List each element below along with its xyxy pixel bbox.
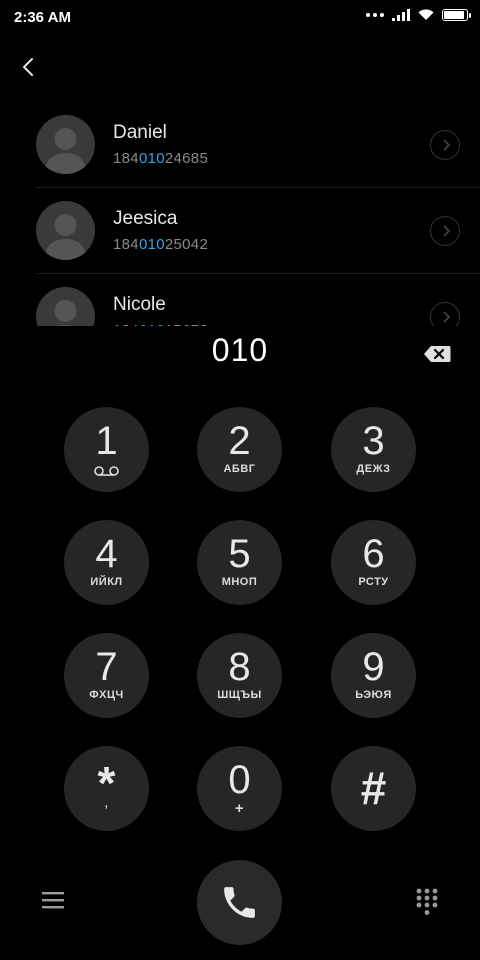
key-4[interactable]: 4 ИЙКЛ xyxy=(64,520,149,605)
dialed-number-display: 010 xyxy=(211,332,269,368)
key-3[interactable]: 3 ДЕЖЗ xyxy=(331,407,416,492)
key-1[interactable]: 1 xyxy=(64,407,149,492)
key-digit: 3 xyxy=(362,419,385,463)
contact-suggestions: Daniel 18401024685 Jeesica 18401025042 N… xyxy=(0,102,480,326)
dialpad-icon xyxy=(416,888,438,915)
key-letters: МНОП xyxy=(221,576,258,588)
key-digit: 2 xyxy=(228,419,251,463)
key-letters: ШЩЪЫ xyxy=(217,689,262,701)
phone-icon xyxy=(224,887,255,918)
contact-number: 18401025042 xyxy=(113,236,209,253)
contact-details-button[interactable] xyxy=(430,130,460,160)
status-icons xyxy=(366,9,471,21)
person-silhouette-icon xyxy=(54,300,77,326)
person-silhouette-icon xyxy=(44,128,87,174)
status-bar: 2:36 AM xyxy=(0,0,480,34)
backspace-icon xyxy=(424,346,451,362)
call-button[interactable] xyxy=(197,860,282,945)
person-silhouette-icon xyxy=(44,214,87,260)
key-hash[interactable]: # xyxy=(331,746,416,831)
key-2[interactable]: 2 АБВГ xyxy=(197,407,282,492)
contact-name: Daniel xyxy=(113,122,167,143)
key-letters: РСТУ xyxy=(358,576,389,588)
backspace-button[interactable] xyxy=(423,345,451,363)
hide-dialpad-button[interactable] xyxy=(416,888,438,916)
contact-row-nicole[interactable]: Nicole 18401015678 xyxy=(36,274,480,326)
avatar xyxy=(36,201,95,260)
key-letters: АБВГ xyxy=(223,463,256,475)
back-arrow-icon xyxy=(23,58,33,76)
key-digit: 8 xyxy=(228,645,251,689)
key-digit: 7 xyxy=(95,645,118,689)
key-digit: 1 xyxy=(95,419,118,463)
contact-number: 18401024685 xyxy=(113,150,209,167)
key-digit: # xyxy=(360,762,387,814)
battery-icon xyxy=(442,9,471,21)
chevron-right-icon xyxy=(443,139,451,151)
key-letters: ИЙКЛ xyxy=(90,576,123,588)
key-digit: 4 xyxy=(95,532,118,576)
key-letters: + xyxy=(234,800,245,817)
key-6[interactable]: 6 РСТУ xyxy=(331,520,416,605)
key-8[interactable]: 8 ШЩЪЫ xyxy=(197,633,282,718)
avatar xyxy=(36,115,95,174)
avatar xyxy=(36,287,95,326)
contact-row-daniel[interactable]: Daniel 18401024685 xyxy=(36,102,480,188)
menu-button[interactable] xyxy=(42,891,64,909)
key-digit: 0 xyxy=(228,758,251,802)
status-time: 2:36 AM xyxy=(14,9,71,26)
contact-name: Jeesica xyxy=(113,208,178,229)
contact-number: 18401015678 xyxy=(113,322,208,326)
wifi-icon xyxy=(418,9,434,20)
notification-dots-icon xyxy=(366,13,384,17)
key-star[interactable]: * , xyxy=(64,746,149,831)
key-7[interactable]: 7 ФХЦЧ xyxy=(64,633,149,718)
key-digit: 9 xyxy=(362,645,385,689)
signal-icon xyxy=(392,9,410,21)
key-letters: , xyxy=(104,798,109,810)
menu-icon xyxy=(42,892,64,909)
contact-name: Nicole xyxy=(113,294,166,315)
contact-row-jeesica[interactable]: Jeesica 18401025042 xyxy=(36,188,480,274)
chevron-right-icon xyxy=(443,225,451,237)
voicemail-icon xyxy=(94,466,119,476)
back-button[interactable] xyxy=(16,54,42,80)
key-digit: 5 xyxy=(228,532,251,576)
contact-details-button[interactable] xyxy=(430,302,460,326)
key-5[interactable]: 5 МНОП xyxy=(197,520,282,605)
key-0[interactable]: 0 + xyxy=(197,746,282,831)
key-9[interactable]: 9 ЬЭЮЯ xyxy=(331,633,416,718)
key-letters: ЬЭЮЯ xyxy=(355,689,392,701)
key-letters: ФХЦЧ xyxy=(89,689,124,701)
key-letters: ДЕЖЗ xyxy=(356,463,391,475)
key-digit: 6 xyxy=(362,532,385,576)
contact-details-button[interactable] xyxy=(430,216,460,246)
chevron-right-icon xyxy=(443,311,451,323)
